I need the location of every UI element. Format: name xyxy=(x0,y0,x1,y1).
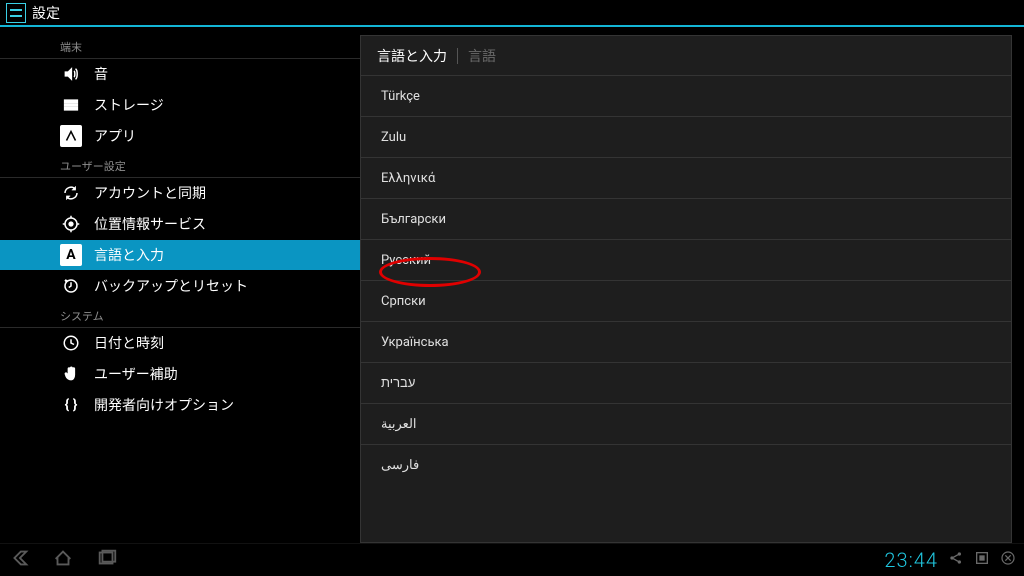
sync-icon xyxy=(60,182,82,204)
hand-icon xyxy=(60,363,82,385)
sidebar-item-backup[interactable]: バックアップとリセット xyxy=(0,271,360,302)
screenshot-icon[interactable] xyxy=(974,550,990,570)
close-icon[interactable] xyxy=(1000,550,1016,570)
sidebar-category-user: ユーザー設定 xyxy=(0,152,360,178)
sidebar-item-sound[interactable]: 音 xyxy=(0,59,360,90)
braces-icon: { } xyxy=(60,394,82,416)
sidebar-item-location[interactable]: 位置情報サービス xyxy=(0,209,360,240)
breadcrumb-sub: 言語 xyxy=(468,46,496,66)
volume-icon xyxy=(60,63,82,85)
recent-apps-button[interactable] xyxy=(96,547,118,573)
sidebar-item-storage[interactable]: ストレージ xyxy=(0,90,360,121)
language-icon: A xyxy=(60,244,82,266)
breadcrumb-current[interactable]: 言語と入力 xyxy=(377,46,447,66)
sidebar-item-label: 音 xyxy=(94,64,108,84)
sidebar-item-label: 日付と時刻 xyxy=(94,333,164,353)
nav-status: 23:44 xyxy=(884,548,1016,572)
language-option[interactable]: Zulu xyxy=(361,117,1011,158)
language-option[interactable]: Български xyxy=(361,199,1011,240)
sidebar-item-apps[interactable]: アプリ xyxy=(0,121,360,152)
language-option[interactable]: Русский xyxy=(361,240,1011,281)
sidebar-item-label: アカウントと同期 xyxy=(94,183,206,203)
language-option[interactable]: עברית xyxy=(361,363,1011,404)
language-option[interactable]: Српски xyxy=(361,281,1011,322)
sidebar-item-datetime[interactable]: 日付と時刻 xyxy=(0,328,360,359)
breadcrumb: 言語と入力 言語 xyxy=(361,36,1011,76)
breadcrumb-separator xyxy=(457,48,458,64)
back-button[interactable] xyxy=(8,547,30,573)
sidebar-item-accessibility[interactable]: ユーザー補助 xyxy=(0,359,360,390)
backup-icon xyxy=(60,275,82,297)
language-option[interactable]: العربية xyxy=(361,404,1011,445)
sidebar-item-label: 開発者向けオプション xyxy=(94,395,234,415)
sidebar-category-system: システム xyxy=(0,302,360,328)
sidebar-item-label: 位置情報サービス xyxy=(94,214,206,234)
sidebar-item-label: ストレージ xyxy=(94,95,164,115)
clock-text[interactable]: 23:44 xyxy=(884,548,938,572)
sidebar-item-language[interactable]: A 言語と入力 xyxy=(0,240,360,271)
settings-app-icon xyxy=(6,3,26,23)
status-title: 設定 xyxy=(32,3,60,23)
sidebar-item-label: ユーザー補助 xyxy=(94,364,178,384)
share-icon[interactable] xyxy=(948,550,964,570)
detail-pane: 言語と入力 言語 TürkçeZuluΕλληνικάБългарскиРусс… xyxy=(360,35,1012,543)
settings-sidebar: 端末 音 ストレージ アプリ ユーザー設定 アカウントと同期 xyxy=(0,27,360,543)
sidebar-category-device: 端末 xyxy=(0,33,360,59)
nav-buttons xyxy=(8,547,118,573)
home-button[interactable] xyxy=(52,547,74,573)
language-list[interactable]: TürkçeZuluΕλληνικάБългарскиРусскийСрпски… xyxy=(361,76,1011,542)
sidebar-item-label: 言語と入力 xyxy=(94,245,164,265)
language-option[interactable]: فارسی xyxy=(361,445,1011,486)
language-option[interactable]: Українська xyxy=(361,322,1011,363)
storage-icon xyxy=(60,94,82,116)
sidebar-item-accounts[interactable]: アカウントと同期 xyxy=(0,178,360,209)
language-option[interactable]: Ελληνικά xyxy=(361,158,1011,199)
system-nav-bar: 23:44 xyxy=(0,543,1024,576)
sidebar-item-developer[interactable]: { } 開発者向けオプション xyxy=(0,390,360,421)
status-bar: 設定 xyxy=(0,0,1024,25)
apps-icon xyxy=(60,125,82,147)
sidebar-item-label: アプリ xyxy=(94,126,136,146)
clock-icon xyxy=(60,332,82,354)
content-area: 端末 音 ストレージ アプリ ユーザー設定 アカウントと同期 xyxy=(0,27,1024,543)
location-icon xyxy=(60,213,82,235)
sidebar-item-label: バックアップとリセット xyxy=(94,276,248,296)
language-option[interactable]: Türkçe xyxy=(361,76,1011,117)
